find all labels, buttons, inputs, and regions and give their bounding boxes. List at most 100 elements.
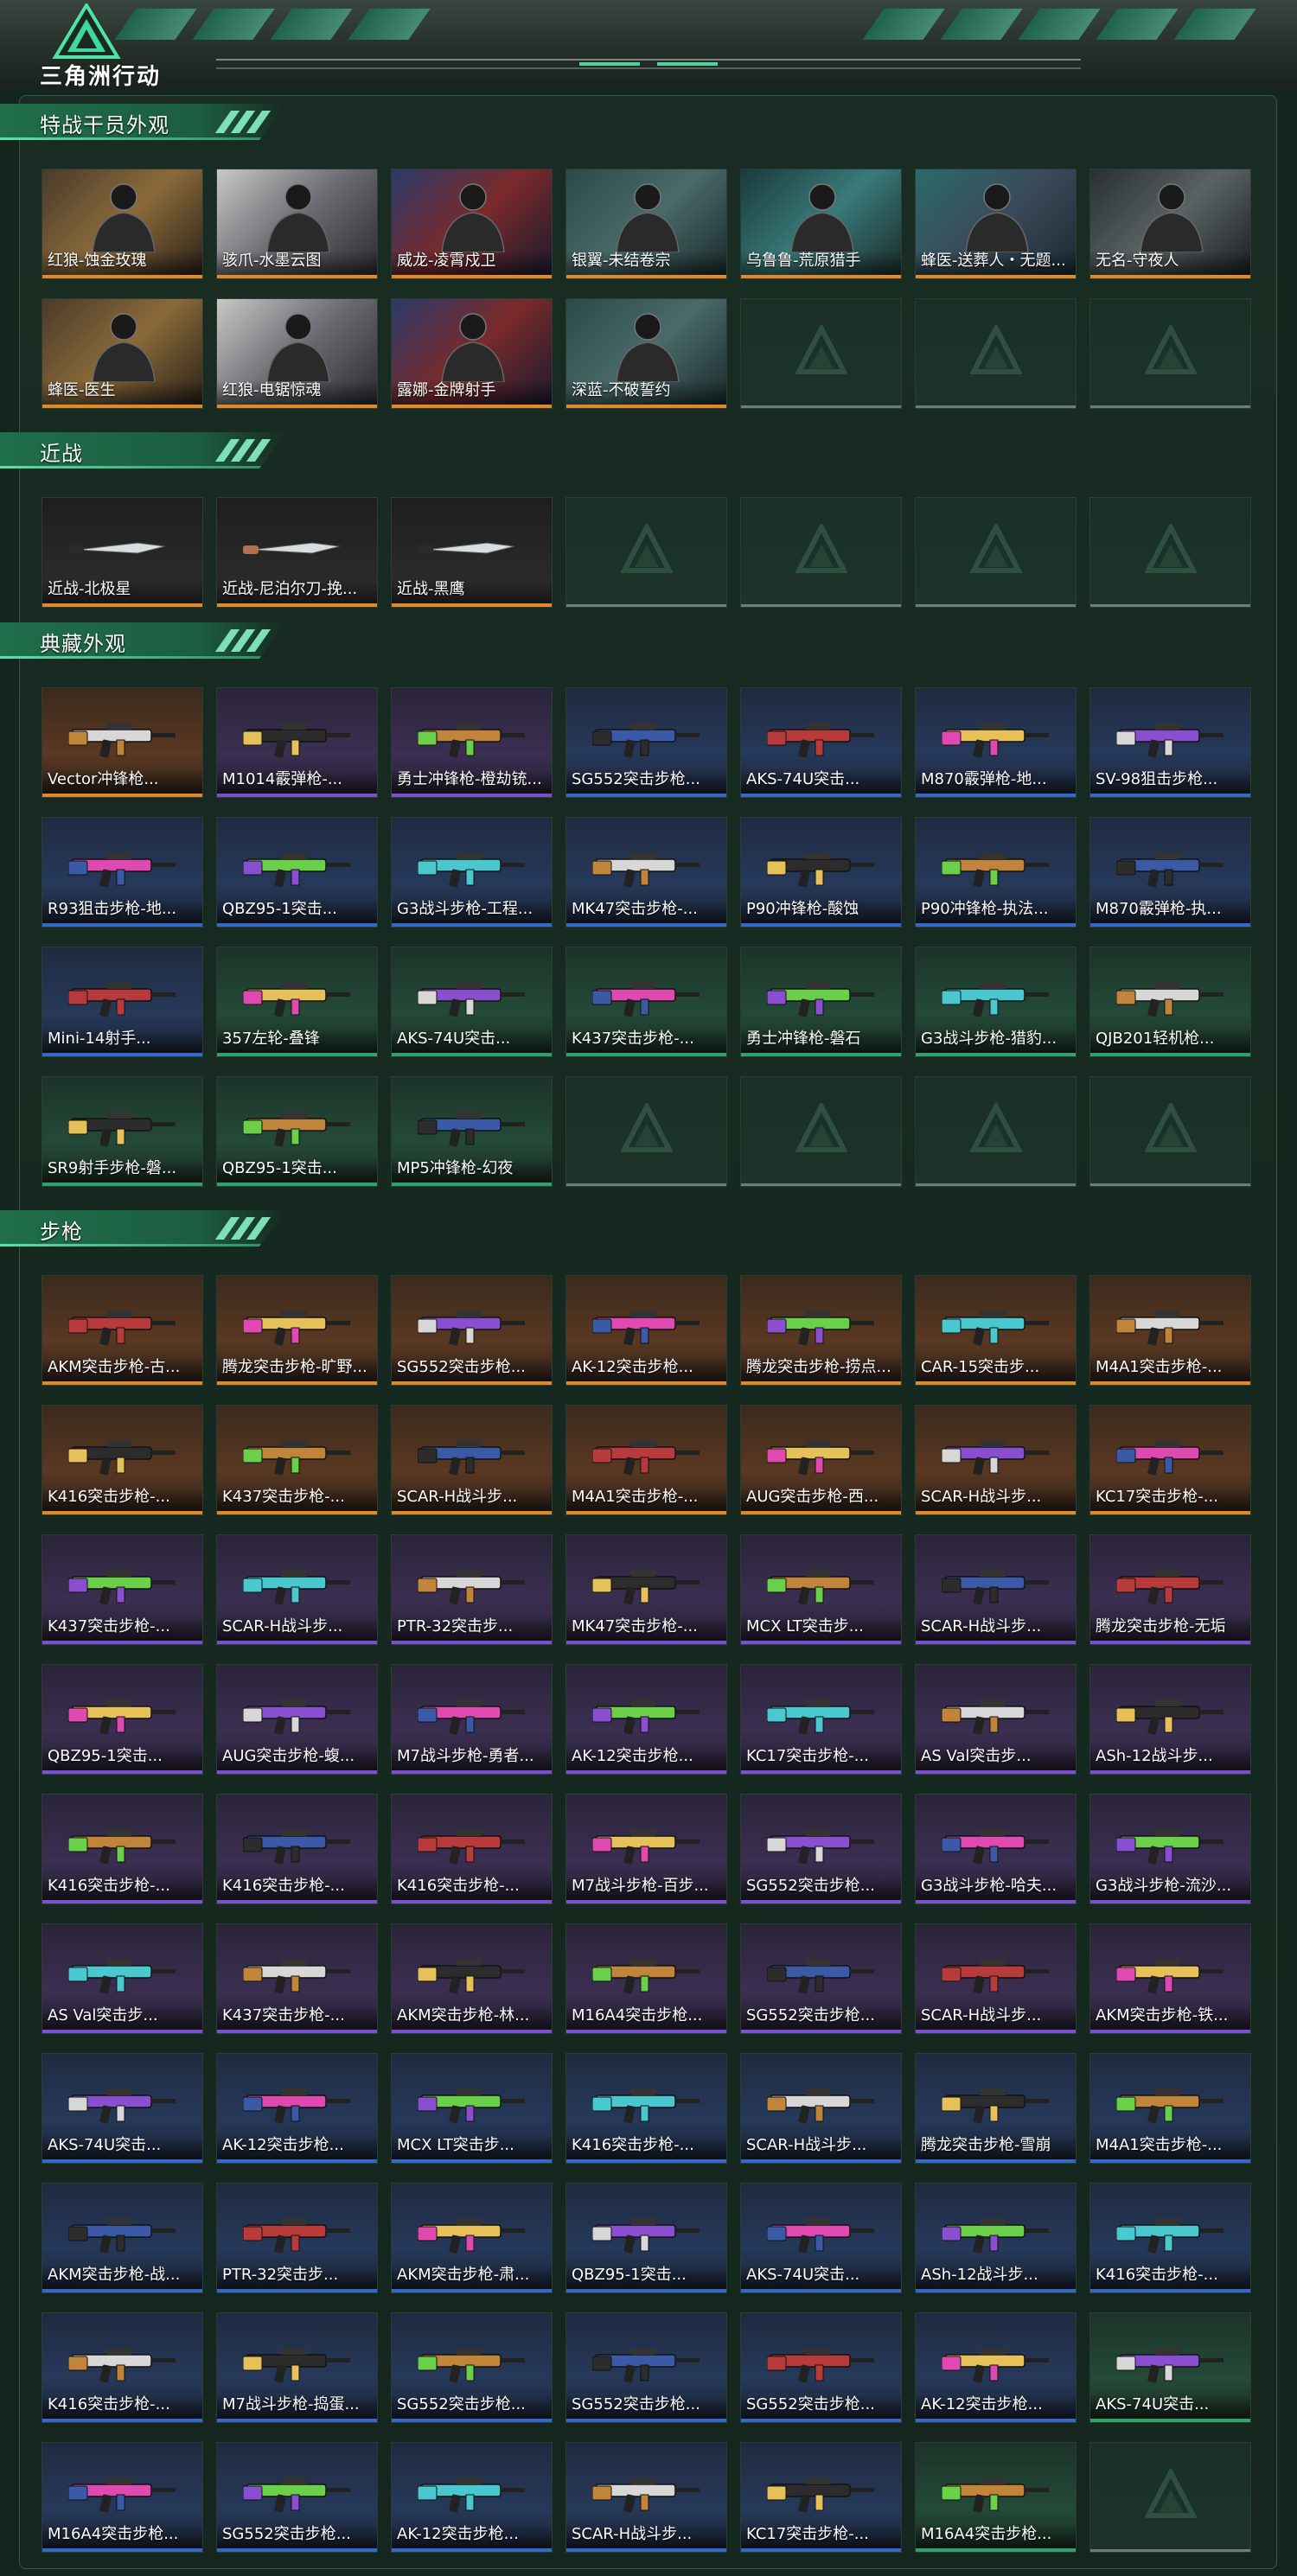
item-tile[interactable]: ASh-12战斗步... — [1089, 1664, 1251, 1775]
item-tile[interactable]: AKS-74U突击... — [1089, 2312, 1251, 2423]
item-tile[interactable]: 骇爪-水墨云图 — [216, 169, 378, 279]
item-tile[interactable]: SCAR-H战斗步... — [565, 2442, 727, 2553]
item-tile[interactable]: M16A4突击步枪... — [915, 2442, 1077, 2553]
item-tile[interactable]: AUG突击步枪-西... — [740, 1405, 902, 1515]
item-tile[interactable]: KC17突击步枪-... — [740, 2442, 902, 2553]
item-tile[interactable]: SCAR-H战斗步... — [740, 2053, 902, 2164]
item-tile[interactable]: MCX LT突击步... — [391, 2053, 553, 2164]
item-tile[interactable]: QBZ95-1突击... — [216, 1076, 378, 1187]
item-tile[interactable]: AKS-74U突击... — [42, 2053, 203, 2164]
item-tile[interactable]: SG552突击步枪... — [391, 2312, 553, 2423]
item-tile[interactable]: 红狼-电锯惊魂 — [216, 298, 378, 409]
item-tile[interactable]: G3战斗步枪-哈夫... — [915, 1794, 1077, 1904]
item-tile[interactable]: K416突击步枪-... — [42, 1405, 203, 1515]
item-tile[interactable]: 腾龙突击步枪-旷野... — [216, 1275, 378, 1386]
item-tile[interactable]: G3战斗步枪-工程... — [391, 817, 553, 928]
item-tile[interactable]: CAR-15突击步... — [915, 1275, 1077, 1386]
item-tile[interactable]: AKM突击步枪-战... — [42, 2183, 203, 2293]
item-tile[interactable]: 腾龙突击步枪-捞点... — [740, 1275, 902, 1386]
item-tile[interactable]: M4A1突击步枪-... — [565, 1405, 727, 1515]
item-tile[interactable]: 勇士冲锋枪-橙劫铳... — [391, 687, 553, 798]
item-tile[interactable]: ASh-12战斗步... — [915, 2183, 1077, 2293]
item-tile[interactable]: M4A1突击步枪-... — [1089, 2053, 1251, 2164]
item-tile[interactable]: K416突击步枪-... — [216, 1794, 378, 1904]
item-tile[interactable]: SCAR-H战斗步... — [915, 1405, 1077, 1515]
item-tile[interactable]: 近战-尼泊尔刀-挽... — [216, 497, 378, 608]
item-tile[interactable]: K416突击步枪-... — [1089, 2183, 1251, 2293]
item-tile[interactable]: MCX LT突击步... — [740, 1534, 902, 1645]
item-tile[interactable]: AS Val突击步... — [42, 1923, 203, 2034]
item-tile[interactable]: M7战斗步枪-勇者... — [391, 1664, 553, 1775]
item-tile[interactable]: SG552突击步枪... — [740, 1923, 902, 2034]
item-tile[interactable]: K416突击步枪-... — [42, 1794, 203, 1904]
item-tile[interactable]: SR9射手步枪-磐... — [42, 1076, 203, 1187]
item-tile[interactable]: PTR-32突击步... — [216, 2183, 378, 2293]
item-tile[interactable]: P90冲锋枪-酸蚀 — [740, 817, 902, 928]
item-tile[interactable]: QBZ95-1突击... — [216, 817, 378, 928]
item-tile[interactable]: PTR-32突击步... — [391, 1534, 553, 1645]
item-tile[interactable]: KC17突击步枪-... — [740, 1664, 902, 1775]
item-tile[interactable]: K416突击步枪-... — [42, 2312, 203, 2423]
item-tile[interactable]: QBZ95-1突击... — [565, 2183, 727, 2293]
item-tile[interactable]: AUG突击步枪-蝮... — [216, 1664, 378, 1775]
item-tile[interactable]: K437突击步枪-... — [216, 1923, 378, 2034]
item-tile[interactable]: Vector冲锋枪... — [42, 687, 203, 798]
item-tile[interactable]: M7战斗步枪-捣蛋... — [216, 2312, 378, 2423]
item-tile[interactable]: AK-12突击步枪... — [565, 1664, 727, 1775]
item-tile[interactable]: MK47突击步枪-... — [565, 1534, 727, 1645]
item-tile[interactable]: K437突击步枪-... — [42, 1534, 203, 1645]
item-tile[interactable]: AKS-74U突击... — [740, 2183, 902, 2293]
item-tile[interactable]: 蜂医-医生 — [42, 298, 203, 409]
item-tile[interactable]: SG552突击步枪... — [391, 1275, 553, 1386]
item-tile[interactable]: P90冲锋枪-执法... — [915, 817, 1077, 928]
item-tile[interactable]: M1014霰弹枪-... — [216, 687, 378, 798]
item-tile[interactable]: SV-98狙击步枪... — [1089, 687, 1251, 798]
item-tile[interactable]: SG552突击步枪... — [740, 1794, 902, 1904]
item-tile[interactable]: K437突击步枪-... — [565, 947, 727, 1057]
item-tile[interactable]: AKM突击步枪-林... — [391, 1923, 553, 2034]
item-tile[interactable]: AK-12突击步枪... — [391, 2442, 553, 2553]
item-tile[interactable]: M870霰弹枪-执... — [1089, 817, 1251, 928]
item-tile[interactable]: AK-12突击步枪... — [216, 2053, 378, 2164]
item-tile[interactable]: M7战斗步枪-百步... — [565, 1794, 727, 1904]
item-tile[interactable]: SG552突击步枪... — [565, 687, 727, 798]
item-tile[interactable]: AS Val突击步... — [915, 1664, 1077, 1775]
item-tile[interactable]: KC17突击步枪-... — [1089, 1405, 1251, 1515]
item-tile[interactable]: 威龙-凌霄戍卫 — [391, 169, 553, 279]
item-tile[interactable]: G3战斗步枪-流沙... — [1089, 1794, 1251, 1904]
item-tile[interactable]: M16A4突击步枪... — [565, 1923, 727, 2034]
item-tile[interactable]: AKM突击步枪-古... — [42, 1275, 203, 1386]
item-tile[interactable]: SCAR-H战斗步... — [915, 1923, 1077, 2034]
item-tile[interactable]: SG552突击步枪... — [740, 2312, 902, 2423]
item-tile[interactable]: K416突击步枪-... — [391, 1794, 553, 1904]
item-tile[interactable]: 无名-守夜人 — [1089, 169, 1251, 279]
item-tile[interactable]: SCAR-H战斗步... — [391, 1405, 553, 1515]
item-tile[interactable]: 勇士冲锋枪-磐石 — [740, 947, 902, 1057]
item-tile[interactable]: 蜂医-送葬人・无题... — [915, 169, 1077, 279]
item-tile[interactable]: 银翼-未结卷宗 — [565, 169, 727, 279]
item-tile[interactable]: 357左轮-叠锋 — [216, 947, 378, 1057]
item-tile[interactable]: 红狼-蚀金玫瑰 — [42, 169, 203, 279]
item-tile[interactable]: SG552突击步枪... — [216, 2442, 378, 2553]
item-tile[interactable]: M870霰弹枪-地... — [915, 687, 1077, 798]
item-tile[interactable]: MK47突击步枪-... — [565, 817, 727, 928]
item-tile[interactable]: QBZ95-1突击... — [42, 1664, 203, 1775]
item-tile[interactable]: Mini-14射手... — [42, 947, 203, 1057]
item-tile[interactable]: AK-12突击步枪... — [915, 2312, 1077, 2423]
item-tile[interactable]: M4A1突击步枪-... — [1089, 1275, 1251, 1386]
item-tile[interactable]: MP5冲锋枪-幻夜 — [391, 1076, 553, 1187]
item-tile[interactable]: M16A4突击步枪... — [42, 2442, 203, 2553]
item-tile[interactable]: G3战斗步枪-猎豹... — [915, 947, 1077, 1057]
item-tile[interactable]: 露娜-金牌射手 — [391, 298, 553, 409]
item-tile[interactable]: SCAR-H战斗步... — [915, 1534, 1077, 1645]
item-tile[interactable]: 乌鲁鲁-荒原猎手 — [740, 169, 902, 279]
item-tile[interactable]: K437突击步枪-... — [216, 1405, 378, 1515]
item-tile[interactable]: AK-12突击步枪... — [565, 1275, 727, 1386]
item-tile[interactable]: AKS-74U突击... — [391, 947, 553, 1057]
item-tile[interactable]: AKM突击步枪-铁... — [1089, 1923, 1251, 2034]
item-tile[interactable]: 近战-北极星 — [42, 497, 203, 608]
item-tile[interactable]: SCAR-H战斗步... — [216, 1534, 378, 1645]
item-tile[interactable]: QJB201轻机枪... — [1089, 947, 1251, 1057]
item-tile[interactable]: K416突击步枪-... — [565, 2053, 727, 2164]
item-tile[interactable]: 腾龙突击步枪-雪崩 — [915, 2053, 1077, 2164]
